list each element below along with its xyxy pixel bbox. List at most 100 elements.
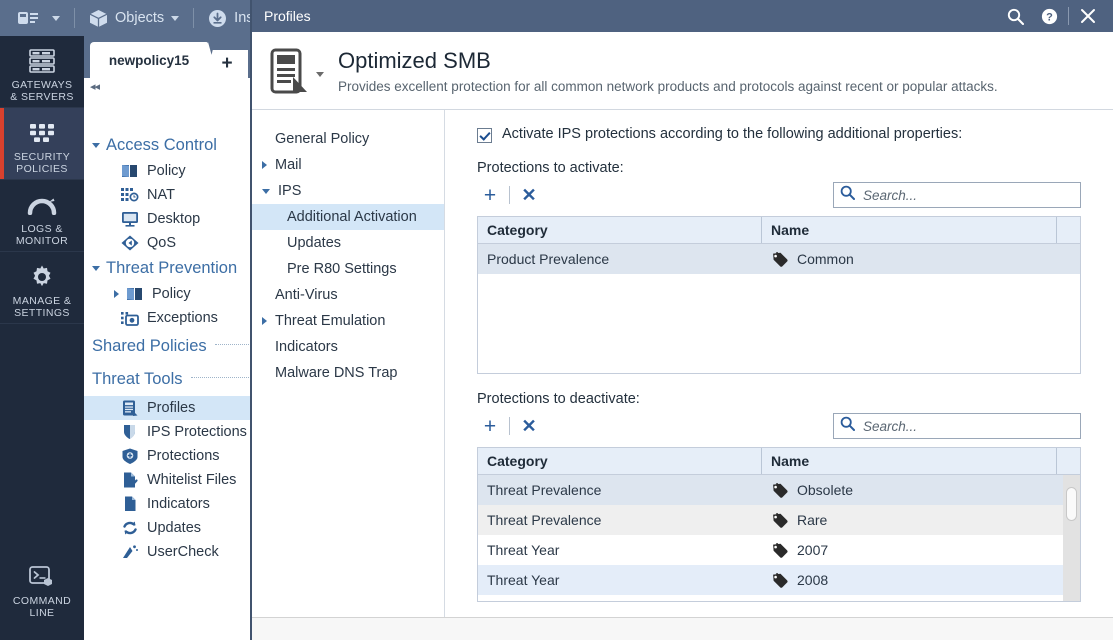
page-subtitle: Provides excellent protection for all co…: [338, 78, 998, 94]
column-header-category[interactable]: Category: [478, 448, 762, 474]
threat-tools-label: Threat Tools: [92, 370, 183, 388]
column-header-spacer: [1057, 217, 1080, 243]
whitelist-files-icon: [120, 472, 140, 488]
activate-ips-checkbox[interactable]: [477, 128, 492, 143]
tree-item-threat-policy[interactable]: Policy: [84, 282, 251, 306]
remove-activate-protection-button[interactable]: ✕: [516, 182, 542, 208]
add-activate-protection-button[interactable]: +: [477, 182, 503, 208]
tree-item-desktop[interactable]: Desktop: [84, 207, 251, 231]
cell-name-text: Rare: [797, 512, 828, 528]
tree-item-label: Policy: [147, 163, 186, 179]
search-icon: [840, 185, 855, 205]
nav-label: IPS: [278, 183, 302, 199]
nav-item-anti-virus[interactable]: Anti-Virus: [252, 282, 444, 308]
activate-search-box[interactable]: [833, 182, 1081, 208]
nav-item-general-policy[interactable]: General Policy: [252, 126, 444, 152]
nav-label: Pre R80 Settings: [287, 261, 397, 277]
app-menu-caret-icon: [52, 15, 60, 21]
rail-item-manage-settings[interactable]: MANAGE & SETTINGS: [0, 252, 84, 324]
tree-item-nat[interactable]: NAT: [84, 183, 251, 207]
chevron-right-icon[interactable]: [114, 290, 119, 298]
remove-deactivate-protection-button[interactable]: ✕: [516, 413, 542, 439]
rail-item-security-policies[interactable]: SECURITY POLICIES: [0, 108, 84, 180]
tree-item-protections[interactable]: Protections: [84, 444, 251, 468]
close-icon[interactable]: [1071, 0, 1105, 32]
tree-item-usercheck[interactable]: UserCheck: [84, 540, 251, 564]
profile-document-icon: [266, 48, 312, 94]
protections-to-activate-label: Protections to activate:: [477, 160, 624, 176]
nav-label: Mail: [275, 157, 302, 173]
nav-item-pre-r80-settings[interactable]: Pre R80 Settings: [252, 256, 444, 282]
nav-item-malware-dns-trap[interactable]: Malware DNS Trap: [252, 360, 444, 386]
cell-name-text: Obsolete: [797, 482, 854, 498]
column-header-name[interactable]: Name: [762, 217, 1057, 243]
table-row[interactable]: Threat Prevalence Rare: [478, 505, 1080, 535]
tree-item-label: Protections: [147, 448, 220, 464]
column-header-category[interactable]: Category: [478, 217, 762, 243]
activate-grid-header: Category Name: [478, 217, 1080, 244]
help-icon[interactable]: ?: [1032, 0, 1066, 32]
cell-name: Common: [762, 251, 1080, 267]
indicators-doc-icon: [120, 496, 140, 512]
table-row[interactable]: Threat Year 2007: [478, 535, 1080, 565]
scrollbar-thumb[interactable]: [1066, 487, 1077, 521]
profile-dropdown-caret-icon[interactable]: [316, 72, 324, 77]
deactivate-grid-scrollbar[interactable]: [1063, 475, 1080, 601]
tree-item-exceptions[interactable]: Exceptions: [84, 306, 251, 330]
table-row[interactable]: Product Prevalence Common: [478, 244, 1080, 274]
tree-item-access-policy[interactable]: Policy: [84, 159, 251, 183]
threat-tools-header[interactable]: Threat Tools: [84, 363, 251, 396]
objects-caret-icon: [171, 15, 180, 21]
nav-item-additional-activation[interactable]: Additional Activation: [252, 204, 444, 230]
activate-search-input[interactable]: [861, 186, 1074, 204]
objects-button[interactable]: Objects: [89, 9, 180, 28]
page-title: Optimized SMB: [338, 47, 491, 73]
tree-item-label: IPS Protections: [147, 424, 247, 440]
cell-category: Threat Year: [487, 572, 560, 588]
tree-group-access-control[interactable]: Access Control: [84, 132, 251, 159]
tag-icon: [771, 572, 788, 588]
table-row[interactable]: Threat Year 2008: [478, 565, 1080, 595]
rail-item-command-line[interactable]: COMMAND LINE: [0, 552, 84, 640]
table-row[interactable]: Threat Prevalence Obsolete: [478, 475, 1080, 505]
tree-item-label: Whitelist Files: [147, 472, 237, 488]
nat-icon: [120, 187, 140, 203]
app-menu-button[interactable]: [18, 10, 60, 26]
tree-item-ips-protections[interactable]: IPS Protections: [84, 420, 251, 444]
search-icon[interactable]: [998, 0, 1032, 32]
dialog-body: General Policy Mail IPS Additional Activ…: [252, 110, 1113, 617]
gauge-icon: [27, 192, 57, 218]
column-header-name[interactable]: Name: [762, 448, 1057, 474]
activate-ips-checkbox-row[interactable]: Activate IPS protections according to th…: [477, 126, 1081, 143]
tree-item-indicators[interactable]: Indicators: [84, 492, 251, 516]
cell-name: 2007: [762, 542, 1080, 558]
policy-tab-newpolicy15[interactable]: newpolicy15: [90, 42, 218, 78]
tag-icon: [771, 251, 788, 267]
rail-item-logs-monitor[interactable]: LOGS & MONITOR: [0, 180, 84, 252]
tree-item-whitelist-files[interactable]: Whitelist Files: [84, 468, 251, 492]
collapse-panel-button[interactable]: ◂◂: [90, 80, 100, 93]
tree-item-profiles[interactable]: Profiles: [84, 396, 251, 420]
tree-item-label: Policy: [152, 286, 191, 302]
add-deactivate-protection-button[interactable]: +: [477, 413, 503, 439]
tree-item-label: QoS: [147, 235, 177, 251]
tree-item-updates[interactable]: Updates: [84, 516, 251, 540]
cell-name-text: 2007: [797, 542, 829, 558]
tree-item-label: Profiles: [147, 400, 196, 416]
activate-protections-grid[interactable]: Category Name Product Prevalence Common: [477, 216, 1081, 374]
nav-item-indicators[interactable]: Indicators: [252, 334, 444, 360]
deactivate-search-input[interactable]: [861, 417, 1074, 435]
shared-policies-header[interactable]: Shared Policies: [84, 330, 251, 363]
nav-item-threat-emulation[interactable]: Threat Emulation: [252, 308, 444, 334]
grid-blocks-icon: [28, 120, 56, 146]
deactivate-protections-grid[interactable]: Category Name Threat Prevalence Obsolete: [477, 447, 1081, 602]
nav-item-mail[interactable]: Mail: [252, 152, 444, 178]
command-line-icon: [28, 564, 56, 590]
nav-item-updates[interactable]: Updates: [252, 230, 444, 256]
tree-item-qos[interactable]: QoS: [84, 231, 251, 255]
tree-item-label: Indicators: [147, 496, 210, 512]
deactivate-search-box[interactable]: [833, 413, 1081, 439]
tree-group-threat-prevention[interactable]: Threat Prevention: [84, 255, 251, 282]
nav-item-ips[interactable]: IPS: [252, 178, 444, 204]
rail-item-gateways-servers[interactable]: GATEWAYS & SERVERS: [0, 36, 84, 108]
